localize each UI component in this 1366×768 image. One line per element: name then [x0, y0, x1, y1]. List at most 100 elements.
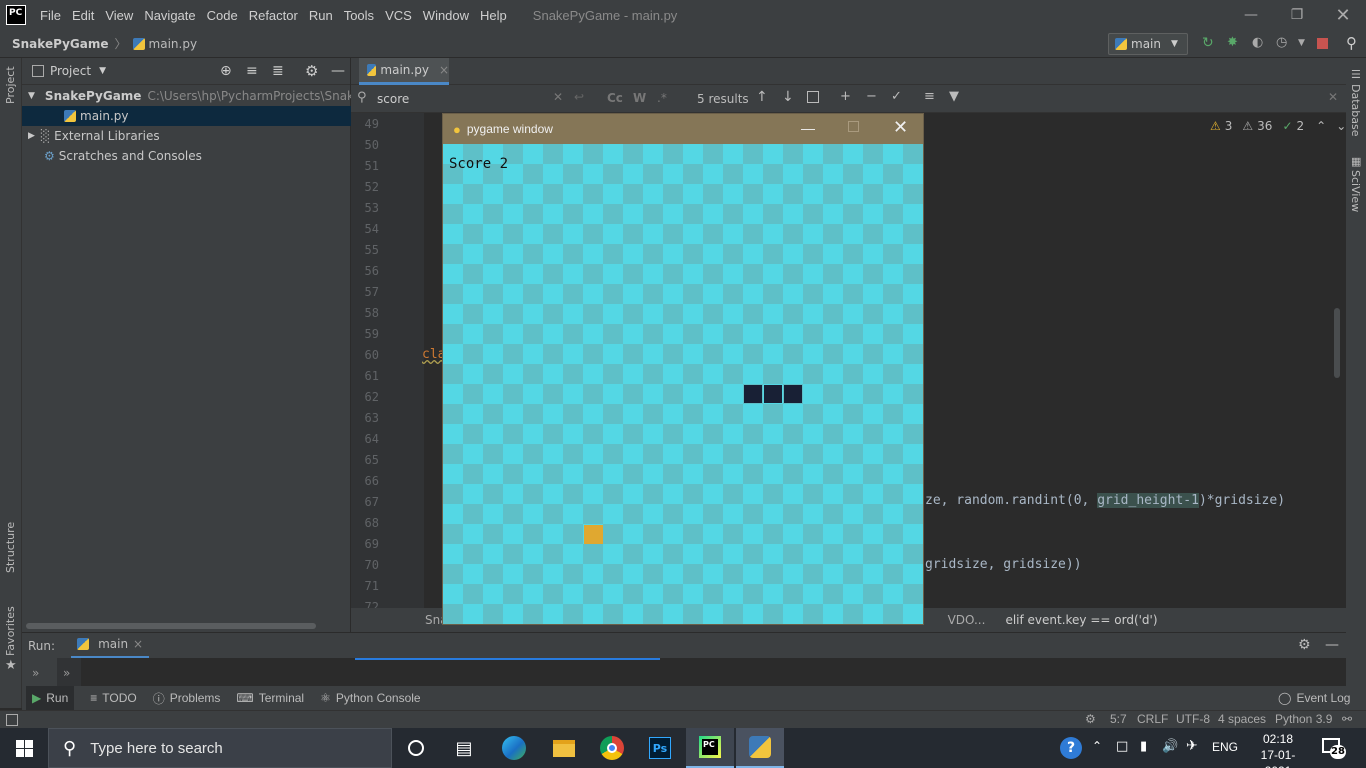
task-view-icon[interactable]: ▤	[440, 728, 488, 768]
vertical-scrollbar[interactable]	[1334, 308, 1340, 378]
tree-item-scratches[interactable]: ⚙ Scratches and Consoles	[22, 146, 351, 166]
regex-icon[interactable]: .*	[657, 91, 667, 105]
menu-help[interactable]: Help	[480, 8, 507, 23]
match-case-icon[interactable]: Cc	[607, 91, 623, 105]
line-separator[interactable]: CRLF	[1137, 712, 1168, 726]
chrome-browser-icon[interactable]	[588, 728, 636, 768]
sciview-tool-button[interactable]: SciView	[1349, 170, 1362, 212]
remove-occurrence-icon[interactable]: −	[866, 89, 877, 104]
next-highlight-icon[interactable]: ⌄	[1336, 119, 1346, 133]
previous-occurrence-icon[interactable]: ↑	[756, 89, 768, 105]
menu-view[interactable]: View	[105, 8, 133, 23]
lock-icon[interactable]: ⚯	[1342, 712, 1352, 726]
pygame-close-icon[interactable]: ✕	[893, 117, 908, 138]
indent-setting[interactable]: 4 spaces	[1218, 712, 1266, 726]
clear-search-icon[interactable]: ✕	[553, 90, 563, 104]
meet-now-icon[interactable]: □	[1116, 739, 1128, 754]
database-tool-button[interactable]: Database	[1349, 84, 1362, 137]
previous-highlight-icon[interactable]: ⌃	[1316, 119, 1326, 133]
hide-panel-icon[interactable]: —	[331, 63, 345, 79]
coverage-icon[interactable]: ◐	[1252, 35, 1263, 50]
search-everywhere-icon[interactable]: ⚲	[1346, 34, 1357, 52]
run-toolbar-more-icon[interactable]: »	[32, 666, 39, 680]
tab-terminal[interactable]: ⌨ Terminal	[236, 691, 304, 705]
project-panel-title[interactable]: Project	[50, 64, 91, 78]
help-icon[interactable]: ?	[1060, 737, 1082, 759]
close-icon[interactable]: ✕	[1320, 0, 1366, 30]
tab-main-py[interactable]: main.py ×	[359, 58, 449, 85]
words-icon[interactable]: W	[633, 91, 646, 105]
minimize-icon[interactable]: —	[1228, 0, 1274, 30]
breadcrumb-mid[interactable]: VDO...	[948, 613, 986, 627]
chevron-down-icon[interactable]: ▼	[99, 66, 106, 76]
tab-problems[interactable]: ⓘ Problems	[153, 690, 221, 707]
menu-refactor[interactable]: Refactor	[249, 8, 298, 23]
action-center-button[interactable]: 28	[1322, 736, 1346, 760]
favorites-tool-button[interactable]: Favorites	[4, 606, 17, 656]
menu-file[interactable]: File	[40, 8, 61, 23]
menu-window[interactable]: Window	[423, 8, 469, 23]
debug-icon[interactable]: ✸	[1227, 35, 1238, 50]
volume-icon[interactable]: 🔊	[1162, 739, 1178, 754]
more-run-chevron-icon[interactable]: ▼	[1298, 38, 1305, 48]
tab-python-console[interactable]: ⚛ Python Console	[320, 691, 421, 705]
edge-browser-icon[interactable]	[490, 728, 538, 768]
tree-item-project-root[interactable]: ▼ SnakePyGame C:\Users\hp\PycharmProject…	[22, 86, 351, 106]
taskbar-search-input[interactable]: ⚲ Type here to search	[48, 728, 392, 768]
show-hidden-icons-icon[interactable]: ⌃	[1092, 739, 1102, 753]
caret-position[interactable]: 5:7	[1110, 712, 1127, 726]
pygame-maximize-icon[interactable]	[848, 121, 859, 132]
expand-all-icon[interactable]: ≡	[246, 63, 258, 79]
inspection-widget[interactable]: ⚠ 3 ⚠ 36 ✓ 2 ⌃ ⌄	[1210, 119, 1346, 133]
photoshop-icon[interactable]: Ps	[636, 728, 684, 768]
run-toolbar-more-icon[interactable]: »	[63, 666, 70, 680]
structure-tool-button[interactable]: Structure	[4, 522, 17, 573]
tab-todo[interactable]: ≡ TODO	[90, 691, 136, 705]
horizontal-scrollbar[interactable]	[26, 623, 316, 629]
battery-icon[interactable]: ▮	[1140, 739, 1147, 754]
filter-icon[interactable]: ▼	[949, 89, 959, 104]
git-branch-icon[interactable]: ⚙	[1085, 712, 1096, 726]
menu-code[interactable]: Code	[207, 8, 238, 23]
close-find-icon[interactable]: ✕	[1328, 90, 1338, 104]
next-occurrence-icon[interactable]: ↓	[782, 89, 794, 105]
pygame-title-bar[interactable]: ● pygame window — ✕	[443, 114, 923, 144]
tree-item-external-libraries[interactable]: ▶ ░ External Libraries	[22, 126, 351, 146]
tab-run[interactable]: ▶ Run	[26, 686, 75, 710]
search-input[interactable]: score	[377, 92, 409, 106]
restore-icon[interactable]: ❐	[1274, 0, 1320, 30]
game-board[interactable]: Score 2	[443, 144, 923, 624]
select-all-occurrences-icon[interactable]	[807, 91, 819, 103]
filter-options-icon[interactable]: ≡	[924, 89, 935, 104]
menu-tools[interactable]: Tools	[344, 8, 374, 23]
menu-run[interactable]: Run	[309, 8, 333, 23]
profile-icon[interactable]: ◷	[1276, 35, 1287, 50]
select-occurrences-icon[interactable]: ✓	[891, 89, 902, 104]
expand-arrow-icon[interactable]: ▶	[28, 131, 35, 141]
airplane-mode-icon[interactable]: ✈	[1186, 738, 1198, 754]
expand-arrow-icon[interactable]: ▼	[28, 91, 35, 101]
windows-start-button[interactable]	[0, 728, 48, 768]
menu-vcs[interactable]: VCS	[385, 8, 412, 23]
run-tab-main[interactable]: main ×	[71, 633, 150, 659]
pycharm-taskbar-icon[interactable]: PC	[686, 728, 734, 768]
file-encoding[interactable]: UTF-8	[1176, 712, 1210, 726]
pygame-minimize-icon[interactable]: —	[801, 120, 815, 136]
breadcrumb-project[interactable]: SnakePyGame	[12, 37, 109, 51]
menu-navigate[interactable]: Navigate	[144, 8, 195, 23]
breadcrumb-right[interactable]: elif event.key == ord('d')	[1005, 613, 1157, 627]
collapse-all-icon[interactable]: ≣	[272, 63, 284, 79]
file-explorer-icon[interactable]	[540, 728, 588, 768]
stop-icon[interactable]	[1317, 38, 1328, 49]
locate-icon[interactable]: ⊕	[220, 63, 232, 79]
rerun-icon[interactable]: ↻	[1202, 35, 1214, 51]
project-tool-button[interactable]: Project	[4, 66, 17, 104]
taskbar-clock[interactable]: 02:18 17-01-2021	[1252, 731, 1304, 768]
input-language[interactable]: ENG	[1212, 740, 1238, 754]
gear-icon[interactable]: ⚙	[1298, 637, 1311, 653]
hide-run-panel-icon[interactable]: —	[1325, 637, 1339, 653]
event-log-button[interactable]: ◯ Event Log	[1278, 691, 1350, 705]
close-tab-icon[interactable]: ×	[439, 63, 449, 77]
breadcrumb-file[interactable]: main.py	[149, 37, 198, 51]
replace-icon[interactable]: ↩	[574, 90, 584, 104]
